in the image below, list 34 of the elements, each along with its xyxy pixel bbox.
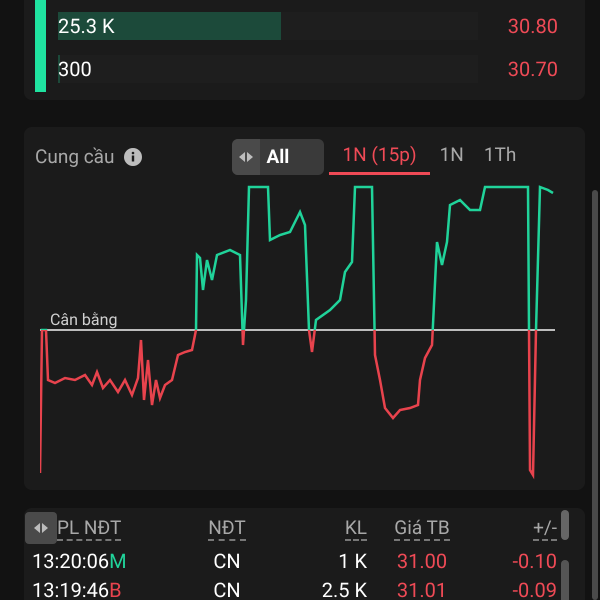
price-text: 30.70 [508, 56, 558, 82]
column-header[interactable]: PL NĐT [57, 516, 122, 541]
left-right-arrows-icon [33, 522, 49, 534]
header-scrollbar[interactable] [561, 510, 569, 540]
table-scrollbar[interactable] [561, 560, 569, 600]
period-tab[interactable]: 1Th [474, 139, 526, 175]
period-tab[interactable]: 1N (15p) [329, 139, 430, 175]
volume-text: 2.5 K [320, 578, 367, 600]
volume-text: 25.3 K [58, 14, 115, 36]
side-text: B [109, 578, 122, 600]
info-icon[interactable] [124, 148, 142, 166]
change-text: -0.10 [511, 548, 557, 572]
volume-text: 1 K [337, 548, 367, 572]
time-text: 13:19:46 [32, 578, 110, 600]
price-text: 31.00 [396, 548, 448, 572]
page-scrollbar[interactable] [592, 190, 598, 600]
investor-text: CN [212, 548, 242, 572]
price-text: 30.80 [508, 12, 558, 40]
volume-text: 300 [58, 58, 92, 80]
column-header[interactable]: Giá TB [394, 516, 450, 541]
column-header[interactable]: +/- [533, 516, 557, 541]
side-text: M [109, 548, 127, 572]
time-text: 13:20:06 [32, 548, 110, 572]
filter-toggle[interactable]: All [232, 139, 324, 175]
card-title: Cung cầu [35, 144, 114, 170]
balance-label: Cân bằng [50, 309, 118, 331]
investor-text: CN [212, 578, 242, 600]
scroll-toggle[interactable] [25, 512, 57, 544]
price-text: 31.01 [396, 578, 448, 600]
change-text: -0.09 [511, 578, 557, 600]
left-right-arrows-icon [238, 151, 254, 163]
column-header[interactable]: NĐT [208, 516, 246, 541]
period-tab[interactable]: 1N [430, 139, 474, 175]
column-header[interactable]: KL [344, 516, 367, 541]
